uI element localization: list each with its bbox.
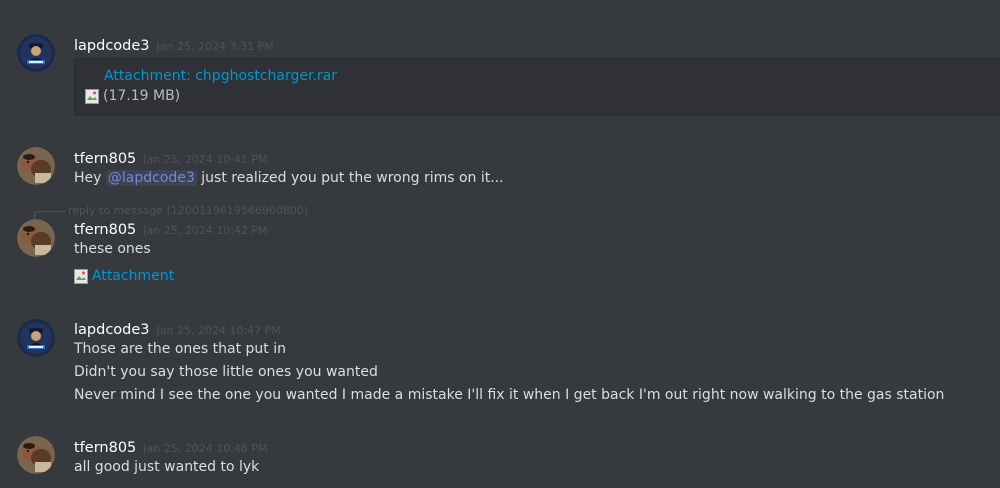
author-name[interactable]: tfern805 bbox=[74, 222, 136, 238]
timestamp: Jan 25, 2024 10:47 PM bbox=[156, 324, 281, 337]
image-attachment-label[interactable]: Attachment bbox=[92, 268, 174, 284]
timestamp: Jan 25, 2024 10:42 PM bbox=[143, 224, 268, 237]
photo-avatar-icon bbox=[17, 219, 55, 257]
message-text-part: Hey bbox=[74, 170, 106, 186]
avatar-tfern805[interactable] bbox=[17, 147, 55, 185]
message-text-part: just realized you put the wrong rims on … bbox=[196, 170, 504, 186]
message-text: all good just wanted to lyk bbox=[74, 459, 260, 475]
author-name[interactable]: lapdcode3 bbox=[74, 38, 150, 54]
message-text: Hey @lapdcode3 just realized you put the… bbox=[74, 170, 504, 186]
message-text: Never mind I see the one you wanted I ma… bbox=[74, 387, 945, 403]
avatar-tfern805[interactable] bbox=[17, 436, 55, 474]
attachment-link[interactable]: Attachment: chpghostcharger.rar bbox=[104, 68, 337, 84]
message-header: lapdcode3 Jan 25, 2024 10:47 PM bbox=[74, 319, 281, 339]
message-header: tfern805 Jan 25, 2024 10:41 PM bbox=[74, 148, 268, 168]
timestamp: Jan 25, 2024 10:48 PM bbox=[143, 442, 268, 455]
police-badge-avatar-icon bbox=[17, 34, 55, 72]
avatar-lapdcode3[interactable] bbox=[17, 319, 55, 357]
photo-avatar-icon bbox=[17, 147, 55, 185]
message-header: lapdcode3 Jan 25, 2024 3:31 PM bbox=[74, 35, 274, 55]
author-name[interactable]: tfern805 bbox=[74, 151, 136, 167]
message-text: Those are the ones that put in bbox=[74, 341, 287, 357]
author-name[interactable]: tfern805 bbox=[74, 440, 136, 456]
message-text: these ones bbox=[74, 241, 151, 257]
message-text: Didn't you say those little ones you wan… bbox=[74, 364, 378, 380]
user-mention[interactable]: @lapdcode3 bbox=[105, 170, 197, 186]
file-attachment: Attachment: chpghostcharger.rar (17.19 M… bbox=[74, 58, 1000, 116]
broken-image-icon bbox=[85, 88, 99, 104]
attachment-size-text: (17.19 MB) bbox=[103, 88, 181, 104]
author-name[interactable]: lapdcode3 bbox=[74, 322, 150, 338]
avatar-tfern805[interactable] bbox=[17, 219, 55, 257]
photo-avatar-icon bbox=[17, 436, 55, 474]
avatar-lapdcode3[interactable] bbox=[17, 34, 55, 72]
chat-log: lapdcode3 Jan 25, 2024 3:31 PM Attachment… bbox=[0, 0, 1000, 488]
message-header: tfern805 Jan 25, 2024 10:42 PM bbox=[74, 219, 268, 239]
police-badge-avatar-icon bbox=[17, 319, 55, 357]
attachment-size: (17.19 MB) bbox=[85, 88, 180, 104]
message-header: tfern805 Jan 25, 2024 10:48 PM bbox=[74, 437, 268, 457]
reply-text: reply to message (1200119619566960800) bbox=[68, 204, 309, 217]
timestamp: Jan 25, 2024 3:31 PM bbox=[156, 40, 274, 53]
image-attachment[interactable]: Attachment bbox=[74, 268, 174, 284]
timestamp: Jan 25, 2024 10:41 PM bbox=[143, 153, 268, 166]
reply-reference[interactable]: reply to message (1200119619566960800) bbox=[34, 204, 309, 220]
broken-image-icon bbox=[74, 268, 88, 284]
